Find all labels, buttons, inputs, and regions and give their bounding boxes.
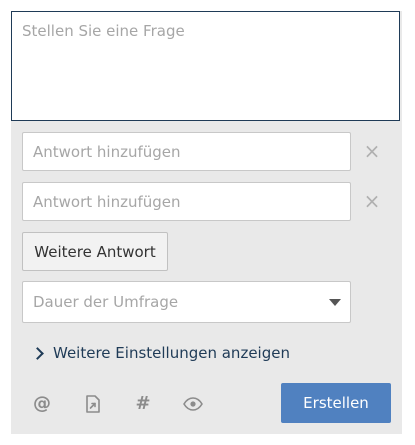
show-more-settings-link[interactable]: Weitere Einstellungen anzeigen (31, 342, 290, 364)
poll-duration-placeholder: Dauer der Umfrage (33, 293, 179, 311)
create-poll-button[interactable]: Erstellen (281, 383, 391, 423)
hashtag-icon[interactable]: # (132, 393, 154, 415)
show-more-settings-label: Weitere Einstellungen anzeigen (53, 344, 290, 362)
answer-row-2: × (22, 182, 382, 221)
answer-input-1[interactable] (22, 132, 351, 171)
attachment-icon[interactable] (82, 393, 104, 415)
visibility-eye-icon[interactable] (182, 393, 204, 415)
question-field-wrapper (11, 11, 400, 121)
question-input[interactable] (11, 11, 400, 121)
remove-answer-2-icon[interactable]: × (362, 191, 382, 211)
answer-input-2[interactable] (22, 182, 351, 221)
at-mention-icon[interactable]: @ (31, 393, 53, 415)
chevron-down-icon (329, 299, 341, 306)
chevron-right-icon (31, 346, 44, 360)
poll-composer: × × Weitere Antwort Dauer der Umfrage We… (11, 11, 402, 434)
answer-row-1: × (22, 132, 382, 171)
remove-answer-1-icon[interactable]: × (362, 141, 382, 161)
add-answer-button[interactable]: Weitere Antwort (22, 232, 168, 271)
poll-duration-select[interactable]: Dauer der Umfrage (22, 281, 351, 323)
